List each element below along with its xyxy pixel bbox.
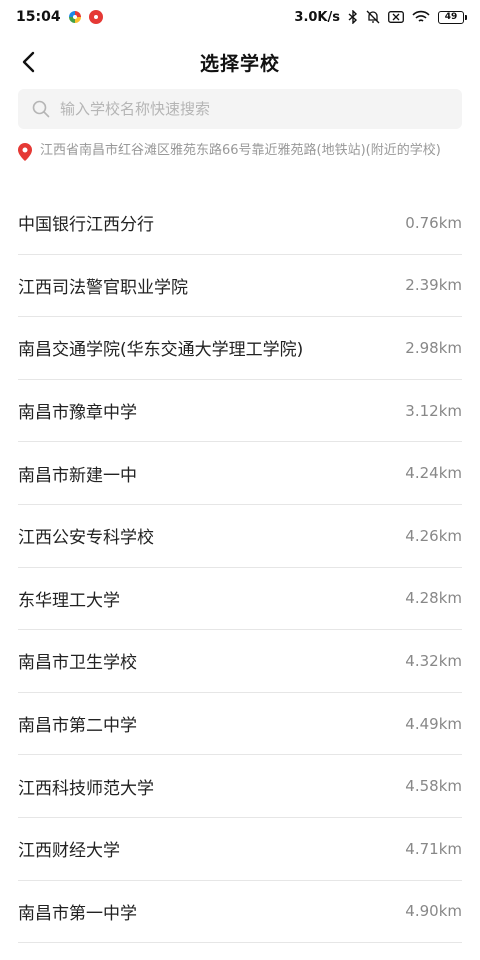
- back-button[interactable]: [12, 46, 44, 78]
- header: 选择学校: [0, 40, 480, 84]
- list-item[interactable]: 中国银行江西分行 0.76km: [18, 192, 462, 255]
- page-title: 选择学校: [199, 52, 280, 75]
- list-item[interactable]: 南昌市卫生学校 4.32km: [18, 630, 462, 693]
- list-item[interactable]: 东华理工大学 4.28km: [18, 568, 462, 631]
- search-box[interactable]: [18, 89, 462, 129]
- school-name: 中国银行江西分行: [18, 215, 154, 236]
- mute-bell-icon: [366, 10, 380, 24]
- school-name: 南昌市第二中学: [18, 716, 137, 737]
- list-item[interactable]: 南昌交通学院(华东交通大学理工学院) 2.98km: [18, 317, 462, 380]
- bluetooth-icon: [348, 10, 358, 24]
- status-time: 15:04: [16, 9, 61, 25]
- location-text: 江西省南昌市红谷滩区雅苑东路66号靠近雅苑路(地铁站)(附近的学校): [40, 143, 441, 158]
- school-list: 中国银行江西分行 0.76km 江西司法警官职业学院 2.39km 南昌交通学院…: [0, 192, 480, 944]
- school-distance: 4.32km: [405, 651, 462, 670]
- list-item[interactable]: 江西司法警官职业学院 2.39km: [18, 255, 462, 318]
- school-name: 南昌市豫章中学: [18, 403, 137, 424]
- school-distance: 0.76km: [405, 213, 462, 232]
- school-distance: 4.26km: [405, 526, 462, 545]
- school-distance: 3.12km: [405, 401, 462, 420]
- search-icon: [32, 100, 50, 118]
- school-name: 江西科技师范大学: [18, 778, 154, 799]
- school-distance: 4.49km: [405, 714, 462, 733]
- school-distance: 4.24km: [405, 464, 462, 483]
- list-item[interactable]: 南昌市新建一中 4.24km: [18, 442, 462, 505]
- school-distance: 2.39km: [405, 276, 462, 295]
- school-name: 江西司法警官职业学院: [18, 277, 188, 298]
- list-item[interactable]: 江西科技师范大学 4.58km: [18, 755, 462, 818]
- school-distance: 4.71km: [405, 839, 462, 858]
- list-item[interactable]: 南昌市豫章中学 3.12km: [18, 380, 462, 443]
- search-input[interactable]: [60, 90, 462, 128]
- list-item[interactable]: 江西公安专科学校 4.26km: [18, 505, 462, 568]
- school-name: 南昌交通学院(华东交通大学理工学院): [18, 340, 304, 361]
- current-location: 江西省南昌市红谷滩区雅苑东路66号靠近雅苑路(地铁站)(附近的学校): [18, 142, 462, 161]
- location-pin-icon: [18, 143, 32, 161]
- school-distance: 4.90km: [405, 902, 462, 921]
- status-bar: 15:04 3.0K/s 49: [0, 0, 480, 34]
- list-item[interactable]: 江西财经大学 4.71km: [18, 818, 462, 881]
- wifi-icon: [412, 10, 430, 24]
- school-name: 江西公安专科学校: [18, 528, 154, 549]
- school-name: 东华理工大学: [18, 590, 120, 611]
- school-distance: 4.28km: [405, 589, 462, 608]
- status-left: 15:04: [16, 9, 103, 25]
- school-name: 江西财经大学: [18, 841, 120, 862]
- app-notification-icon: [88, 10, 103, 24]
- school-distance: 4.58km: [405, 777, 462, 796]
- list-item[interactable]: 南昌市第一中学 4.90km: [18, 881, 462, 944]
- school-name: 南昌市新建一中: [18, 465, 137, 486]
- network-speed: 3.0K/s: [294, 9, 340, 25]
- sim-off-icon: [388, 11, 404, 23]
- school-name: 南昌市卫生学校: [18, 653, 137, 674]
- school-distance: 2.98km: [405, 338, 462, 357]
- battery-indicator: 49: [438, 10, 467, 24]
- app-notification-icon: [68, 11, 81, 23]
- status-right: 3.0K/s 49: [294, 9, 467, 25]
- school-name: 南昌市第一中学: [18, 903, 137, 924]
- list-item[interactable]: 南昌市第二中学 4.49km: [18, 693, 462, 756]
- chevron-left-icon: [22, 51, 35, 73]
